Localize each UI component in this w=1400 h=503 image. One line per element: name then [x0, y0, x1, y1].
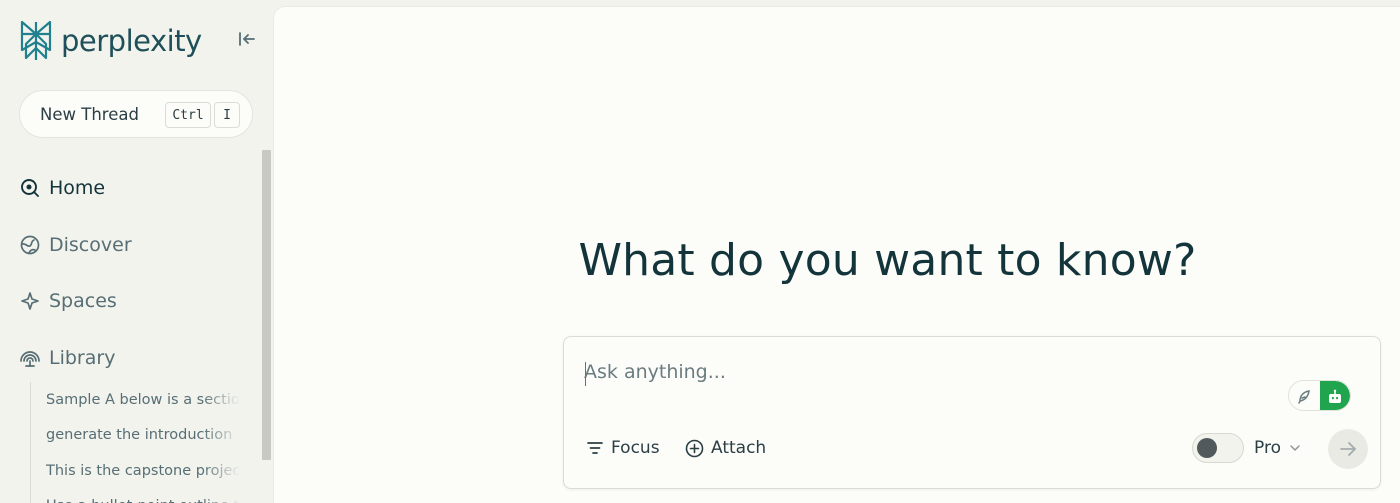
attach-button[interactable]: Attach: [685, 435, 766, 461]
logo[interactable]: perplexity: [18, 20, 202, 62]
chevron-down-icon: [1290, 445, 1300, 451]
home-search-icon: [19, 177, 41, 199]
page-title: What do you want to know?: [274, 235, 1400, 286]
sidebar-item-label: Library: [49, 346, 116, 369]
globe-icon: [19, 234, 41, 256]
ask-input[interactable]: [584, 357, 1264, 387]
arrow-right-icon: [1340, 442, 1356, 456]
focus-label: Focus: [611, 438, 660, 458]
library-item[interactable]: Use a bullet-point outline to: [31, 489, 240, 503]
writing-mode-button[interactable]: [1289, 381, 1320, 410]
filter-lines-icon: [587, 442, 603, 454]
kbd-i: I: [214, 102, 240, 128]
sidebar-nav: Home Discover Spaces Library: [19, 160, 259, 386]
plus-circle-icon: [685, 439, 704, 457]
model-label: Pro: [1254, 438, 1281, 458]
sidebar-item-label: Home: [49, 177, 106, 200]
sidebar-item-spaces[interactable]: Spaces: [19, 273, 259, 330]
text-caret: [585, 362, 586, 386]
new-thread-button[interactable]: New Thread Ctrl I: [19, 90, 253, 138]
assistant-mode-button[interactable]: [1319, 381, 1350, 410]
attach-label: Attach: [711, 438, 767, 458]
feather-icon: [1298, 389, 1310, 404]
collapse-sidebar-button[interactable]: [234, 27, 260, 51]
sidebar-item-label: Discover: [49, 233, 132, 256]
kbd-ctrl: Ctrl: [165, 102, 211, 128]
model-select[interactable]: Pro: [1254, 435, 1301, 461]
perplexity-logo-icon: [20, 20, 52, 60]
library-item[interactable]: Sample A below is a section: [31, 382, 240, 418]
library-icon: [19, 347, 41, 369]
robot-icon: [1328, 389, 1341, 403]
ask-box: Focus Attach Pro: [563, 336, 1381, 489]
new-thread-shortcut: Ctrl I: [165, 102, 240, 128]
sidebar-item-library[interactable]: Library: [19, 330, 259, 387]
new-thread-label: New Thread: [40, 104, 139, 124]
sidebar-item-label: Spaces: [49, 290, 117, 313]
focus-button[interactable]: Focus: [586, 435, 660, 461]
library-item[interactable]: generate the introduction: [31, 418, 240, 454]
submit-button[interactable]: [1328, 429, 1368, 469]
headline-text: What do you want to know?: [578, 235, 1197, 286]
sidebar-scrollbar[interactable]: [262, 150, 271, 460]
main-panel: What do you want to know? Ask anything..…: [273, 6, 1400, 503]
collapse-left-icon: [239, 32, 255, 46]
library-thread-list: Sample A below is a section generate the…: [30, 382, 240, 503]
sidebar: perplexity New Thread Ctrl I Home Discov…: [0, 0, 273, 503]
library-item[interactable]: This is the capstone project: [31, 453, 240, 489]
toggle-knob: [1197, 438, 1217, 458]
mode-switch[interactable]: [1288, 380, 1351, 411]
sidebar-item-home[interactable]: Home: [19, 160, 259, 217]
brand-name: perplexity: [61, 24, 202, 58]
sparkle-icon: [19, 290, 41, 312]
sidebar-item-discover[interactable]: Discover: [19, 217, 259, 274]
pro-toggle[interactable]: [1192, 433, 1244, 463]
